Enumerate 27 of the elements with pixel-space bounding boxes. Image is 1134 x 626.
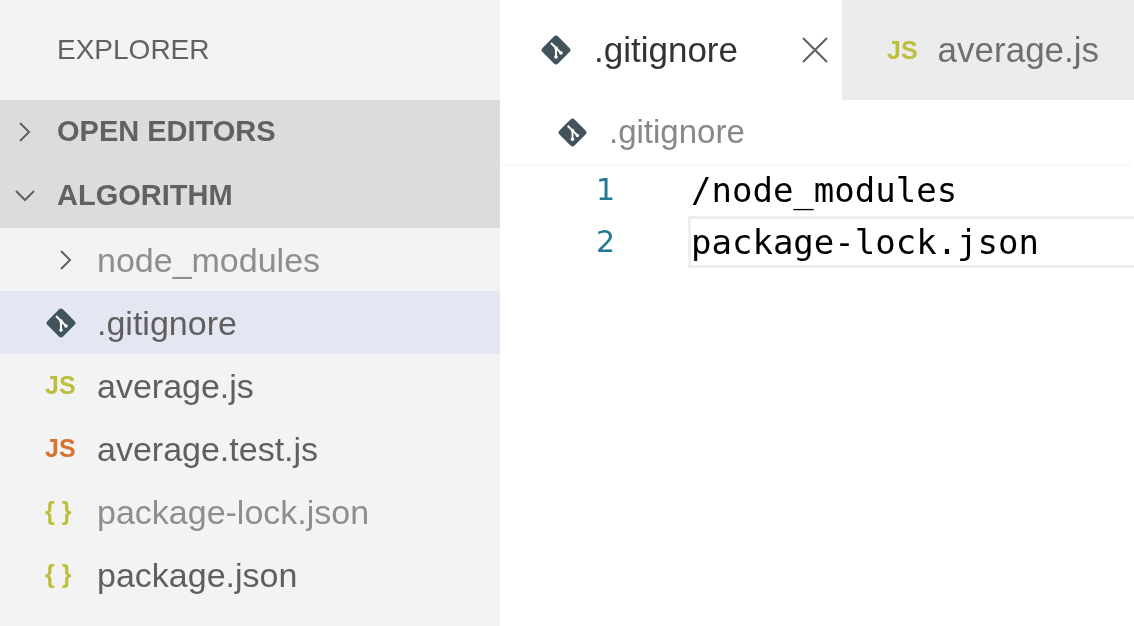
file-type-icon: JS [45, 373, 76, 398]
file-name: .gitignore [97, 305, 237, 340]
section-header[interactable]: ALGORITHM [0, 164, 500, 228]
tree-row[interactable]: { } package.json [0, 543, 500, 606]
file-type-icon: JS [887, 37, 918, 63]
line-number: 1 [594, 175, 615, 205]
section-header[interactable]: OPEN EDITORS [0, 100, 500, 164]
file-name: average.js [97, 368, 254, 403]
tree-row[interactable]: node_modules [0, 228, 500, 291]
code-line: /node_modules [690, 168, 959, 213]
file-name: package.json [97, 557, 298, 592]
file-type-icon: { } [45, 562, 72, 587]
file-name: average.test.js [97, 431, 319, 466]
file-name: package-lock.json [97, 494, 370, 529]
tree-row[interactable]: { } package-lock.json [0, 480, 500, 543]
file-type-icon: { } [45, 499, 72, 524]
close-icon[interactable] [802, 37, 828, 63]
sidebar-title: EXPLORER [57, 33, 210, 67]
file-type-icon: JS [45, 436, 76, 461]
tree-row[interactable]: JS average.test.js [0, 417, 500, 480]
editor-tab[interactable]: JS average.js [842, 0, 1134, 100]
file-name: node_modules [97, 242, 321, 277]
tree-row[interactable]: JS average.js [0, 354, 500, 417]
line-number: 2 [594, 227, 615, 257]
breadcrumb-item[interactable]: .gitignore [609, 107, 745, 157]
tree-row[interactable]: .gitignore [0, 291, 500, 354]
code-line: package-lock.json [688, 216, 1134, 268]
